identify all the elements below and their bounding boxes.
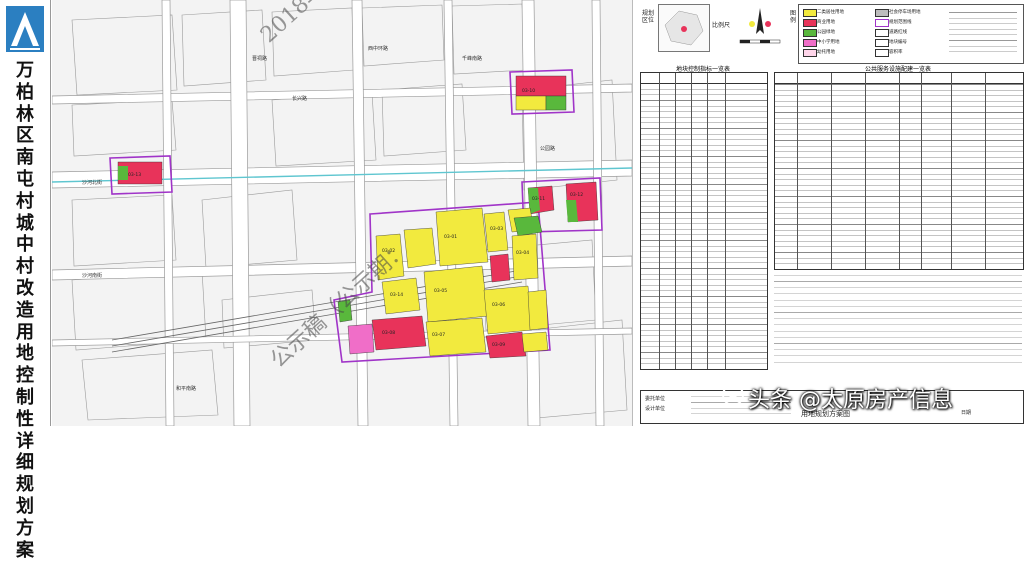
title-strip: 万柏林区南屯村城中村改造用地控制性详细规划方案	[0, 0, 51, 561]
legend-swatch-residential	[803, 9, 817, 17]
road-label: 西中环路	[368, 45, 388, 52]
legend-label: 幼托用地	[817, 50, 835, 55]
legend-label: 中小学用地	[817, 40, 840, 45]
legend-swatch-parking	[875, 9, 889, 17]
parcel-code: 03-03	[490, 226, 503, 232]
legend-label: 商业用地	[817, 20, 835, 25]
parcel-code: 03-13	[128, 172, 141, 178]
land-use-map: 03-01 03-02 03-03 03-04 03-05 03-06 03-0…	[52, 0, 633, 426]
road-label: 晋祠路	[252, 55, 267, 62]
road-label: 沙河北街	[82, 179, 102, 186]
map-canvas: 03-01 03-02 03-03 03-04 03-05 03-06 03-0…	[52, 0, 632, 426]
road-label: 沙河南街	[82, 272, 102, 279]
toutiao-logo-icon	[722, 384, 744, 406]
scale-label: 比例尺	[712, 22, 731, 29]
planning-logo-icon	[6, 6, 44, 52]
legend-label: 地块编号	[889, 40, 907, 45]
legend-line-samples	[949, 11, 1017, 57]
parcel-green	[545, 95, 567, 111]
legend-label: 容积率	[889, 50, 903, 55]
parcel-code: 03-11	[532, 196, 545, 202]
parcel-code: 03-10	[522, 88, 535, 94]
legend-label: 规划范围线	[889, 20, 912, 25]
legend-label: 社会停车场用地	[889, 10, 921, 15]
compass	[734, 4, 786, 50]
footer-unit: 委托单位	[645, 396, 666, 402]
legend-panel: 规划区位 比例尺 图例 二类居住用地 商业用地 公园绿地 中小学用地 幼托用地 …	[634, 0, 1024, 426]
road-label: 和平南路	[176, 385, 196, 392]
legend-label: 公园绿地	[817, 30, 835, 35]
legend-swatch-road	[875, 29, 889, 37]
public-facilities-table	[774, 72, 1024, 270]
footer-design: 设计单位	[645, 406, 666, 412]
location-label: 规划区位	[642, 10, 655, 24]
brand-watermark: 头条 @太原房产信息	[748, 388, 953, 413]
legend-swatch-commercial	[803, 19, 817, 27]
footer-date: 日期	[961, 410, 972, 416]
legend-swatch-far	[875, 49, 889, 57]
parcel-code: 03-04	[516, 250, 529, 256]
parcel-code: 03-09	[492, 342, 505, 348]
legend: 二类居住用地 商业用地 公园绿地 中小学用地 幼托用地 社会停车场用地 规划范围…	[798, 4, 1024, 64]
parcel-residential	[515, 95, 547, 111]
location-map	[658, 4, 710, 52]
parcel-green	[566, 200, 578, 222]
legend-swatch-education	[803, 39, 817, 47]
planning-notes	[774, 272, 1022, 368]
road-label: 公园路	[540, 145, 555, 152]
legend-swatch-green	[803, 29, 817, 37]
parcel-code: 03-05	[434, 288, 447, 294]
legend-label: 道路红线	[889, 30, 907, 35]
parcel-code: 03-06	[492, 302, 505, 308]
legend-swatch-boundary	[875, 19, 889, 27]
parcel-code: 03-07	[432, 332, 445, 338]
parcel-code: 03-01	[444, 234, 457, 240]
road-label: 千峰南路	[462, 55, 482, 62]
road-label: 长兴路	[292, 95, 307, 102]
legend-swatch-parcel-code	[875, 39, 889, 47]
parcel-code: 03-12	[570, 192, 583, 198]
parcel-code: 03-14	[390, 292, 403, 298]
parcel-code: 03-08	[382, 330, 395, 336]
legend-swatch-kindergarten	[803, 49, 817, 57]
plan-title: 万柏林区南屯村城中村改造用地控制性详细规划方案	[16, 60, 34, 561]
parcel-green	[118, 166, 128, 180]
control-index-table	[640, 72, 768, 370]
legend-label: 二类居住用地	[817, 10, 844, 15]
